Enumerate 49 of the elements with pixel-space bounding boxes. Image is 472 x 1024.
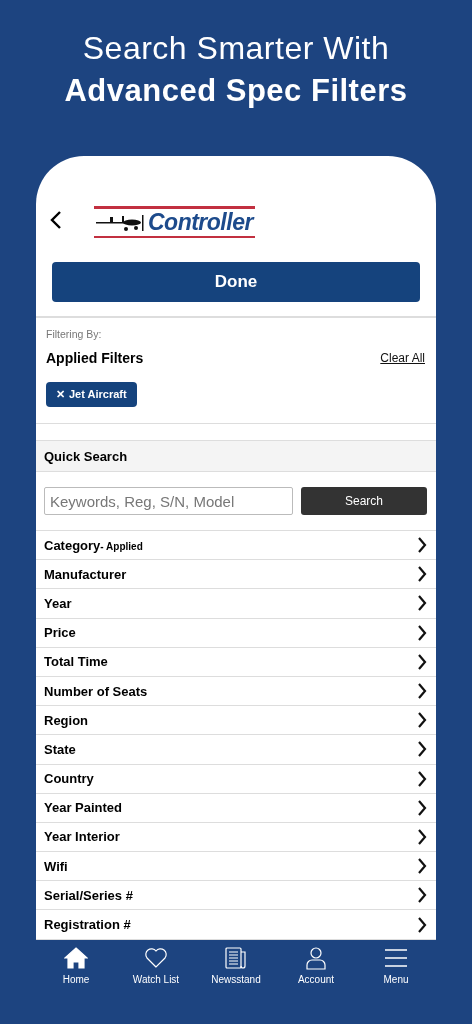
tab-bar-item[interactable]: Home [36,945,116,1024]
back-icon[interactable] [50,210,62,230]
filter-row[interactable]: Wifi [36,852,436,882]
chevron-icon [417,595,427,612]
filter-row[interactable]: Category- Applied [36,531,436,561]
chevron-icon [417,712,427,729]
tab-bar-item[interactable]: Menu [356,945,436,1024]
filter-row[interactable]: Manufacturer [36,560,436,590]
filter-row[interactable]: Year Interior [36,822,436,853]
filter-row[interactable]: Total Time [36,647,436,677]
filter-row[interactable]: State [36,735,436,765]
section-title: Applied Filters [46,350,144,366]
headline: Search Smarter With [81,29,391,68]
newspaper-icon [224,945,248,970]
chevron-icon [417,683,427,700]
search-field[interactable]: Keywords, Reg, S/N, Model [44,487,293,515]
home-icon [64,945,88,970]
tab-bar-item[interactable]: Account [276,945,356,1024]
filter-row[interactable]: Year [36,589,436,619]
headline: Advanced Spec Filters [64,72,408,110]
filter-chip[interactable]: ✕ Jet Aircraft [46,382,137,407]
filter-caption: Filtering By: [46,328,103,340]
chevron-icon [417,624,427,641]
filter-row[interactable]: Year Painted [36,793,436,823]
chevron-icon [417,537,427,554]
chevron-icon [417,653,427,670]
logo: Controller [148,209,253,236]
person-icon [304,945,328,970]
filter-row[interactable]: Country [36,764,436,794]
filter-row[interactable]: Registration # [36,910,436,940]
filter-row[interactable]: Number of Seats [36,676,436,707]
tab-bar-item[interactable]: Newsstand [196,945,276,1024]
chevron-icon [417,799,427,816]
done-button[interactable]: Done [52,262,420,302]
filter-row[interactable]: Price [36,618,436,648]
section-header: Quick Search [36,440,436,472]
search-button[interactable]: Search [301,487,427,515]
chevron-icon [417,566,427,583]
chevron-icon [417,828,427,845]
filter-row[interactable]: Serial/Series # [36,881,436,911]
chevron-icon [417,741,427,758]
filter-row[interactable]: Region [36,706,436,736]
tab-bar-item[interactable]: Watch List [116,945,196,1024]
chevron-icon [417,887,427,904]
clear-all-link[interactable]: Clear All [380,351,425,365]
chevron-icon [417,770,427,787]
chevron-icon [417,858,427,875]
chevron-icon [417,916,427,933]
heart-icon [144,945,168,970]
